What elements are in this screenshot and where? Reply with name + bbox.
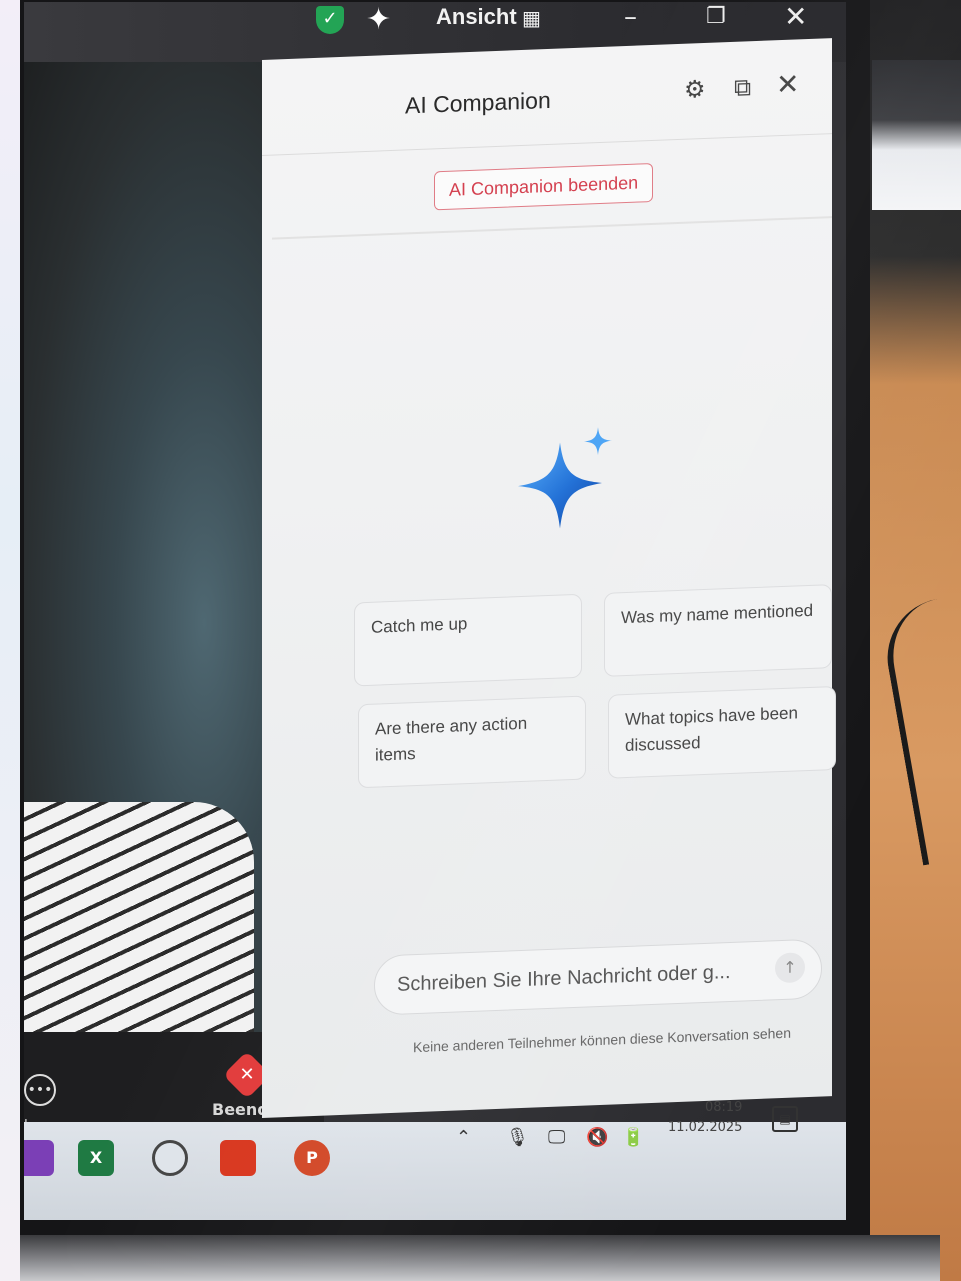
network-icon[interactable]: 🖵 (548, 1127, 565, 1148)
tray-chevron-up-icon[interactable]: ⌃ (456, 1127, 471, 1148)
speaker-muted-icon[interactable]: 🔇 (586, 1127, 608, 1148)
panel-header: AI Companion ⚙ ⧉ ✕ (262, 38, 832, 156)
pop-out-icon[interactable]: ⧉ (734, 73, 751, 102)
system-clock[interactable]: 08:19 11.02.2025 (668, 1098, 742, 1138)
laptop-hinge (20, 1235, 940, 1281)
close-icon[interactable]: ✕ (776, 67, 799, 101)
header-divider (272, 216, 832, 240)
message-input-wrapper: ↑ (374, 938, 822, 1016)
excel-app-icon[interactable]: X (78, 1140, 114, 1176)
suggestion-chip[interactable]: Catch me up (354, 593, 582, 687)
acrobat-app-icon[interactable] (220, 1140, 256, 1176)
gear-icon[interactable]: ⚙ (684, 75, 706, 104)
laptop-screen: ✓ ✦ Ansicht ▦ – ❐ ✕ ••• hr ✕ Beenden X P… (24, 2, 846, 1220)
end-ai-companion-button[interactable]: AI Companion beenden (434, 162, 654, 211)
second-monitor (872, 60, 961, 210)
participant-shirt (24, 802, 254, 1042)
microphone-icon[interactable]: 🎙 (506, 1127, 529, 1148)
ai-companion-sparkle-icon (518, 427, 612, 529)
clock-date: 11.02.2025 (668, 1120, 743, 1135)
send-arrow-icon[interactable]: ↑ (775, 952, 805, 984)
browser-app-icon[interactable] (152, 1140, 188, 1176)
minimize-icon[interactable]: – (624, 2, 637, 32)
view-menu-label[interactable]: Ansicht (436, 4, 517, 30)
message-input[interactable] (395, 951, 759, 1004)
ai-sparkle-icon[interactable]: ✦ (366, 2, 391, 37)
grid-view-icon[interactable]: ▦ (522, 6, 541, 30)
restore-window-icon[interactable]: ❐ (706, 4, 726, 29)
suggestion-chip[interactable]: Was my name mentioned (604, 584, 832, 677)
panel-title: AI Companion (405, 86, 551, 119)
privacy-note: Keine anderen Teilnehmer können diese Ko… (412, 1024, 791, 1056)
ai-companion-panel: AI Companion ⚙ ⧉ ✕ AI Companion beenden … (262, 38, 836, 1119)
onenote-app-icon[interactable] (24, 1140, 54, 1176)
more-icon[interactable]: ••• (24, 1074, 56, 1106)
battery-icon[interactable]: 🔋 (622, 1127, 644, 1148)
powerpoint-app-icon[interactable]: P (294, 1140, 330, 1176)
notification-icon[interactable]: ▤ (772, 1106, 798, 1132)
suggestion-chip[interactable]: Are there any action items (358, 695, 586, 789)
suggestion-chip[interactable]: What topics have been discussed (608, 685, 836, 779)
window-close-icon[interactable]: ✕ (784, 2, 807, 33)
shield-check-icon[interactable]: ✓ (316, 6, 344, 34)
